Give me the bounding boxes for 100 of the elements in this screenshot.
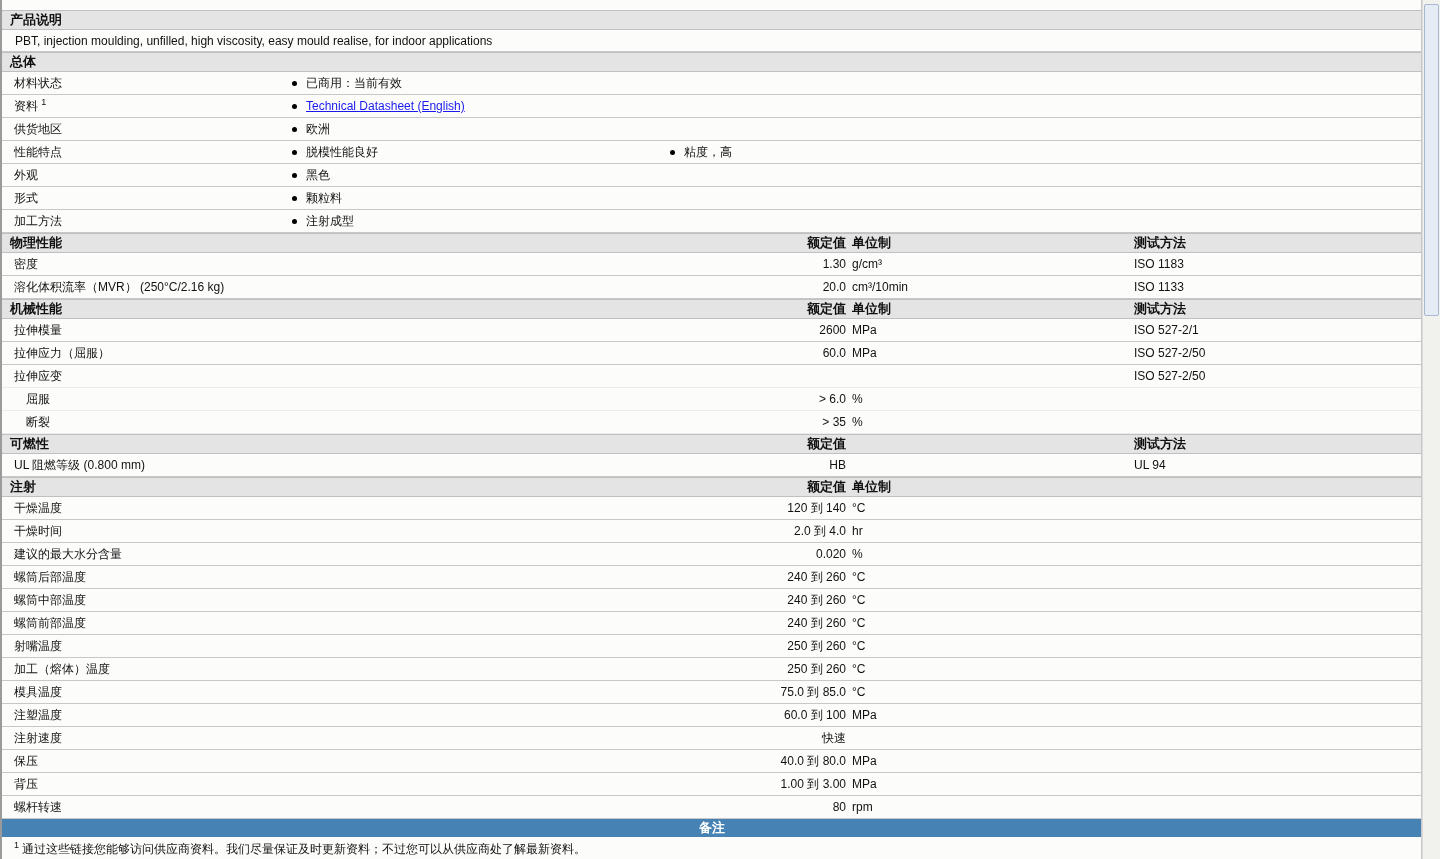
property-name: 屈服 (26, 391, 50, 406)
property-value: > 35 (822, 415, 846, 429)
unit-text: °C (852, 639, 866, 653)
unit-text: °C (852, 662, 866, 676)
column-header: 测试方法 (1134, 436, 1186, 451)
unit-text: MPa (852, 754, 877, 768)
test-method: ISO 1133 (1134, 280, 1184, 294)
test-method: UL 94 (1134, 458, 1166, 472)
property-value: 1.00 到 3.00 (780, 776, 846, 791)
column-header: 单位制 (852, 479, 891, 494)
scrollbar[interactable] (1422, 0, 1440, 859)
bullet-icon (292, 195, 297, 201)
unit-text: °C (852, 685, 866, 699)
property-value: 60.0 到 100 (783, 707, 846, 722)
section-title: 物理性能 (9, 234, 63, 252)
test-method: ISO 527-2/50 (1134, 346, 1206, 360)
property-name: 螺筒后部温度 (14, 569, 86, 584)
property-name: 拉伸模量 (14, 322, 62, 337)
unit-text: °C (852, 570, 866, 584)
property-value: 2.0 到 4.0 (793, 523, 846, 538)
property-value: 1.30 (822, 257, 846, 271)
unit-text: rpm (852, 800, 873, 814)
property-value: 颗粒料 (306, 189, 342, 207)
bullet-icon (670, 149, 675, 155)
column-header: 额定值 (807, 436, 846, 451)
property-value: 20.0 (822, 280, 846, 294)
property-name: 材料状态 (13, 74, 63, 92)
unit-text: hr (852, 524, 863, 538)
property-name: 干燥时间 (14, 523, 62, 538)
property-value: 240 到 260 (787, 592, 846, 607)
property-name: 加工（熔体）温度 (14, 661, 110, 676)
property-name: 拉伸应变 (14, 368, 62, 383)
property-name: 背压 (14, 776, 38, 791)
property-value: 250 到 260 (787, 661, 846, 676)
column-header: 单位制 (852, 301, 891, 316)
bullet-icon (292, 172, 297, 178)
property-value: 80 (832, 800, 846, 814)
property-value: 240 到 260 (787, 615, 846, 630)
property-value: 粘度，高 (684, 143, 732, 161)
unit-text: °C (852, 593, 866, 607)
test-method: ISO 527-2/50 (1134, 369, 1206, 383)
property-name: 保压 (14, 753, 38, 768)
property-name: 供货地区 (13, 120, 63, 138)
section-title: 注射 (9, 478, 37, 496)
property-value: 0.020 (815, 547, 846, 561)
section-title: 可燃性 (9, 435, 50, 453)
unit-text: % (852, 547, 863, 561)
unit-text: °C (852, 501, 866, 515)
property-name: 注射速度 (14, 730, 62, 745)
unit-text: °C (852, 616, 866, 630)
column-header: 测试方法 (1134, 235, 1186, 250)
property-value: 40.0 到 80.0 (780, 753, 846, 768)
property-name: 射嘴温度 (14, 638, 62, 653)
property-name: 密度 (14, 256, 38, 271)
property-value: 黑色 (306, 166, 330, 184)
property-value: 脱模性能良好 (306, 143, 378, 161)
property-name: 建议的最大水分含量 (14, 546, 122, 561)
test-method: ISO 1183 (1134, 257, 1184, 271)
property-name: 拉伸应力（屈服） (14, 345, 110, 360)
unit-text: cm³/10min (852, 280, 908, 294)
unit-text: % (852, 392, 863, 406)
property-name: 溶化体积流率（MVR） (250°C/2.16 kg) (14, 279, 225, 294)
property-value: 注射成型 (306, 212, 354, 230)
test-method: ISO 527-2/1 (1134, 323, 1199, 337)
unit-text: MPa (852, 777, 877, 791)
notes-title: 备注 (698, 819, 725, 837)
property-name: UL 阻燃等级 (0.800 mm) (14, 457, 145, 472)
unit-text: MPa (852, 708, 877, 722)
property-name: 干燥温度 (14, 500, 62, 515)
property-value: 75.0 到 85.0 (780, 684, 846, 699)
property-name: 螺杆转速 (14, 799, 62, 814)
property-value: 欧洲 (306, 120, 330, 138)
column-header: 额定值 (807, 479, 846, 494)
property-name: 性能特点 (13, 143, 63, 161)
bullet-icon (292, 218, 297, 224)
column-header: 额定值 (807, 235, 846, 250)
property-value: 120 到 140 (787, 500, 846, 515)
property-value: HB (829, 458, 846, 472)
property-name: 断裂 (26, 414, 50, 429)
column-header: 单位制 (852, 235, 891, 250)
column-header: 额定值 (807, 301, 846, 316)
unit-text: MPa (852, 323, 877, 337)
property-value: > 6.0 (818, 392, 846, 406)
section-title: 机械性能 (8, 300, 63, 318)
unit-text: g/cm³ (852, 257, 882, 271)
property-value: 60.0 (822, 346, 846, 360)
unit-text: MPa (852, 346, 877, 360)
unit-text: % (852, 415, 863, 429)
section-title: 总体 (8, 53, 36, 71)
section-title: 产品说明 (9, 11, 62, 29)
property-name: 资料 $^{1}$ (13, 97, 48, 115)
property-name: 模具温度 (14, 684, 62, 699)
property-value: 快速 (822, 730, 846, 745)
footnote-text: $^{1}$ 通过这些链接您能够访问供应商资料。我们尽量保证及时更新资料；不过您可以从供应商处了解最新资料。 (14, 842, 587, 856)
datasheet-link[interactable]: Technical Datasheet (English) (306, 99, 465, 113)
bullet-icon (292, 126, 297, 132)
scrollbar-thumb[interactable] (1424, 4, 1439, 316)
bullet-icon (292, 149, 297, 155)
bullet-icon (292, 103, 297, 109)
product-description: PBT, injection moulding, unfilled, high viscosity, easy mould realise, for indoor applications (15, 33, 493, 48)
